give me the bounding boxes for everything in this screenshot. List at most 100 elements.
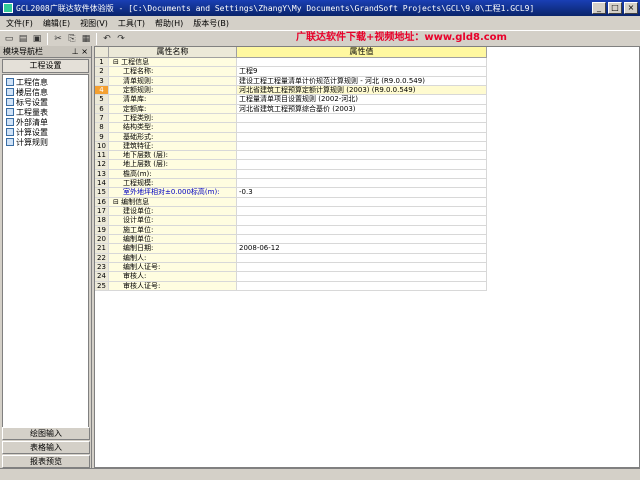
table-row[interactable]: 19 施工单位: [95, 225, 639, 235]
table-row[interactable]: 21 编制日期: 2008-06-12 [95, 244, 639, 254]
property-value-cell[interactable]: -0.3 [237, 188, 487, 198]
table-row[interactable]: 4 定额规则: 河北省建筑工程预算定额计算规则 (2003) (R9.0.0.549… [95, 85, 639, 96]
paste-icon[interactable]: ▦ [80, 33, 92, 45]
save-icon[interactable]: ▣ [31, 33, 43, 45]
menu-version[interactable]: 版本号(B) [193, 18, 229, 29]
report-preview-button[interactable]: 报表预览 [2, 455, 90, 468]
new-icon[interactable]: ▭ [3, 33, 15, 45]
grade-icon [6, 98, 14, 106]
property-value-cell[interactable]: 工程9 [237, 67, 487, 77]
property-value-cell[interactable] [237, 123, 487, 133]
table-row[interactable]: 14 工程规模: [95, 179, 639, 189]
table-row[interactable]: 3 清单规则: 建设工程工程量清单计价规范计算规则 - 河北 (R9.0.0.549… [95, 76, 639, 86]
property-value-cell[interactable] [237, 169, 487, 180]
table-row[interactable]: 16 ⊟ 编制信息 [95, 197, 639, 207]
property-value-header[interactable]: 属性值 [237, 47, 487, 58]
table-row[interactable]: 10 建筑特征: [95, 141, 639, 152]
nav-item-floor-info[interactable]: 楼层信息 [3, 87, 88, 97]
nav-item-grade-settings[interactable]: 标号设置 [3, 97, 88, 107]
table-row[interactable]: 1 ⊟ 工程信息 [95, 58, 639, 68]
property-value-cell[interactable] [237, 141, 487, 152]
menu-edit[interactable]: 编辑(E) [43, 18, 70, 29]
table-row[interactable]: 12 地上层数 (层): [95, 160, 639, 170]
property-name-cell: 结构类型: [109, 123, 237, 133]
table-row[interactable]: 23 编制人证号: [95, 262, 639, 273]
title-bar: GCL2008广联达软件体验版 - [C:\Documents and Sett… [0, 0, 640, 16]
property-name-cell: 工程类别: [109, 113, 237, 124]
table-row[interactable]: 6 定额库: 河北省建筑工程预算综合基价 (2003) [95, 104, 639, 114]
table-row[interactable]: 8 结构类型: [95, 123, 639, 133]
property-value-cell[interactable]: 建设工程工程量清单计价规范计算规则 - 河北 (R9.0.0.549) [237, 76, 487, 86]
group-toggle-cell[interactable]: ⊟ 工程信息 [109, 58, 237, 68]
grid-body: 1 ⊟ 工程信息 2 工程名称: 工程9 3 清单规则: 建设工程工程量清单计价规范计算规则 … [95, 58, 639, 291]
property-value-cell[interactable]: 2008-06-12 [237, 244, 487, 254]
property-value-cell[interactable] [237, 281, 487, 291]
undo-icon[interactable]: ↶ [101, 33, 113, 45]
maximize-button[interactable]: □ [608, 2, 622, 14]
menu-view[interactable]: 视图(V) [80, 18, 108, 29]
table-row[interactable]: 9 基础形式: [95, 132, 639, 142]
pin-close-icon[interactable]: ⊥ × [72, 47, 88, 56]
row-number-cell: 1 [95, 58, 109, 68]
property-value-cell[interactable] [237, 207, 487, 217]
group-toggle-cell[interactable]: ⊟ 编制信息 [109, 197, 237, 207]
table-row[interactable]: 17 建设单位: [95, 207, 639, 217]
property-value-cell[interactable] [237, 253, 487, 263]
close-button[interactable]: × [624, 2, 638, 14]
open-icon[interactable]: ▤ [17, 33, 29, 45]
table-row[interactable]: 5 清单库: 工程量清单项目设置规则 (2002-河北) [95, 95, 639, 105]
property-value-cell[interactable] [237, 197, 487, 207]
drawing-input-button[interactable]: 绘图输入 [2, 427, 90, 440]
property-name-cell: 编制人证号: [109, 262, 237, 273]
property-name-header[interactable]: 属性名称 [109, 47, 237, 58]
nav-header: 模块导航栏 ⊥ × [0, 46, 91, 58]
nav-item-external-list[interactable]: 外部清单 [3, 117, 88, 127]
table-row[interactable]: 20 编制单位: [95, 234, 639, 245]
status-bar [0, 468, 640, 480]
property-value-cell[interactable] [237, 151, 487, 161]
nav-item-quantity-table[interactable]: 工程量表 [3, 107, 88, 117]
row-number-cell: 13 [95, 169, 109, 180]
property-value-cell[interactable] [237, 225, 487, 235]
nav-item-project-info[interactable]: 工程信息 [3, 77, 88, 87]
table-row[interactable]: 24 审核人: [95, 272, 639, 282]
property-value-cell[interactable]: 河北省建筑工程预算定额计算规则 (2003) (R9.0.0.549) [237, 85, 487, 96]
property-value-cell[interactable] [237, 160, 487, 170]
property-value-cell[interactable] [237, 58, 487, 68]
nav-item-calc-settings[interactable]: 计算设置 [3, 127, 88, 137]
menu-file[interactable]: 文件(F) [6, 18, 33, 29]
property-value-cell[interactable]: 河北省建筑工程预算综合基价 (2003) [237, 104, 487, 114]
minimize-button[interactable]: _ [592, 2, 606, 14]
property-value-cell[interactable] [237, 113, 487, 124]
row-number-cell: 25 [95, 281, 109, 291]
menu-help[interactable]: 帮助(H) [155, 18, 183, 29]
property-value-cell[interactable] [237, 179, 487, 189]
property-value-cell[interactable]: 工程量清单项目设置规则 (2002-河北) [237, 95, 487, 105]
tab-project-settings[interactable]: 工程设置 [2, 59, 89, 73]
nav-item-calc-rules[interactable]: 计算规则 [3, 137, 88, 147]
table-row[interactable]: 13 檐高(m): [95, 169, 639, 180]
table-row[interactable]: 22 编制人: [95, 253, 639, 263]
table-row[interactable]: 7 工程类别: [95, 113, 639, 124]
property-name-cell: 室外地坪相对±0.000标高(m): [109, 188, 237, 198]
property-name-cell: 地上层数 (层): [109, 160, 237, 170]
table-row[interactable]: 15 室外地坪相对±0.000标高(m): -0.3 [95, 188, 639, 198]
table-row[interactable]: 11 地下层数 (层): [95, 151, 639, 161]
table-input-button[interactable]: 表格输入 [2, 441, 90, 454]
cut-icon[interactable]: ✂ [52, 33, 64, 45]
property-value-cell[interactable] [237, 216, 487, 226]
menu-tools[interactable]: 工具(T) [118, 18, 145, 29]
table-row[interactable]: 25 审核人证号: [95, 281, 639, 291]
property-value-cell[interactable] [237, 234, 487, 245]
row-number-cell: 14 [95, 179, 109, 189]
table-row[interactable]: 18 设计单位: [95, 216, 639, 226]
property-value-cell[interactable] [237, 272, 487, 282]
property-name-cell: 檐高(m): [109, 169, 237, 180]
property-name-cell: 定额规则: [109, 85, 237, 96]
copy-icon[interactable]: ⎘ [66, 33, 78, 45]
redo-icon[interactable]: ↷ [115, 33, 127, 45]
table-row[interactable]: 2 工程名称: 工程9 [95, 67, 639, 77]
grid-header: 属性名称 属性值 [95, 47, 639, 58]
property-value-cell[interactable] [237, 262, 487, 273]
property-value-cell[interactable] [237, 132, 487, 142]
